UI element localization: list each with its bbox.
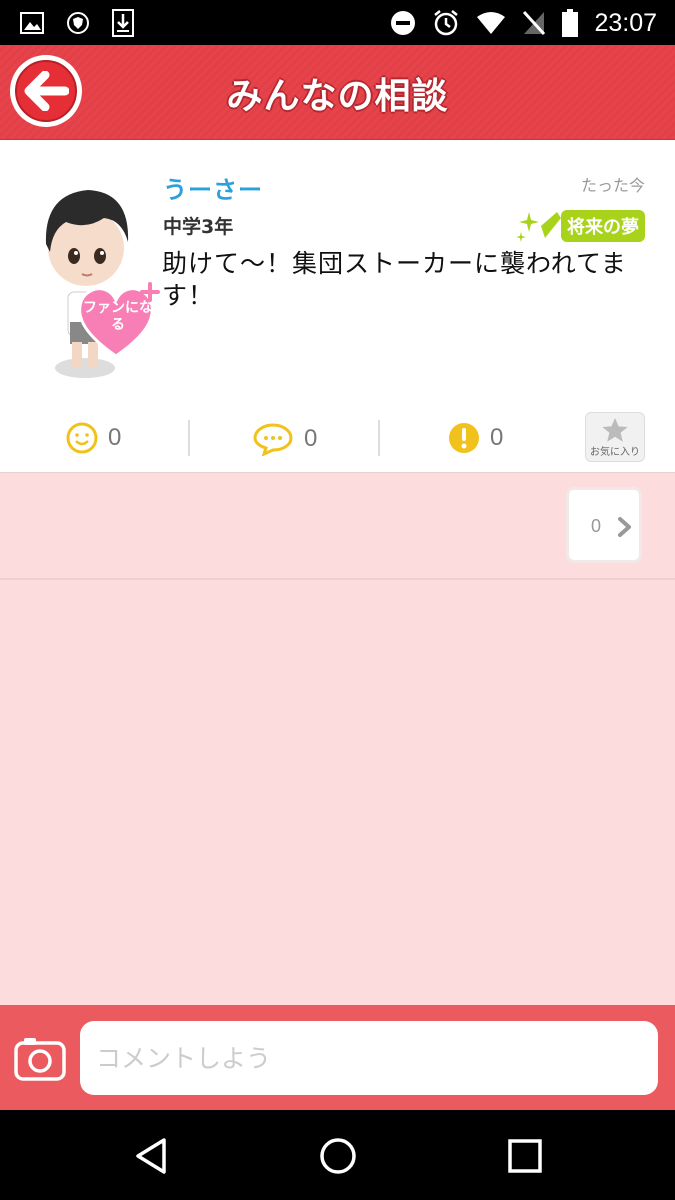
- category-tag: 将来の夢: [517, 208, 645, 244]
- nav-home-icon[interactable]: [316, 1134, 360, 1178]
- sparkle-icon: [517, 212, 561, 242]
- status-bar: 23:07: [0, 0, 675, 45]
- user-grade: 中学3年: [163, 216, 234, 238]
- post-time: たった今: [580, 176, 645, 195]
- status-time: 23:07: [594, 8, 657, 37]
- download-notification-icon: [112, 9, 134, 37]
- comments-count: 0: [591, 516, 602, 536]
- speech-bubble-icon: [253, 423, 293, 456]
- system-nav-bar: [0, 1110, 675, 1200]
- post-actions: 0 0 0 お気に入り: [0, 410, 675, 472]
- nav-back-icon[interactable]: [130, 1134, 174, 1178]
- comment-bar: [0, 1005, 675, 1110]
- camera-icon[interactable]: [14, 1035, 66, 1081]
- page-title: みんなの相談: [226, 76, 449, 117]
- favorite-label: お気に入り: [590, 447, 640, 458]
- section-divider: [0, 578, 675, 580]
- username[interactable]: うーさー: [163, 170, 263, 205]
- category-tag-label: 将来の夢: [561, 210, 645, 242]
- exclamation-icon: [449, 423, 479, 453]
- post-card: ファンになる うーさー 中学3年 たった今 将来の夢 助けて〜！集団ストーカーに…: [0, 140, 675, 473]
- divider: [188, 420, 190, 456]
- alarm-icon: [434, 10, 459, 36]
- comment-reaction[interactable]: 0: [252, 422, 317, 456]
- chevron-right-icon: [618, 517, 631, 537]
- image-notification-icon: [20, 12, 44, 34]
- alert-reaction[interactable]: 0: [448, 422, 503, 454]
- smile-reaction[interactable]: 0: [66, 422, 121, 454]
- nav-recents-icon[interactable]: [503, 1134, 547, 1178]
- comment-input[interactable]: [80, 1021, 658, 1095]
- alert-count: 0: [490, 424, 504, 451]
- post-body: 助けて〜！集団ストーカーに襲われてます！: [162, 249, 627, 310]
- smile-icon: [66, 422, 98, 454]
- app-header: みんなの相談: [0, 45, 675, 140]
- smile-count: 0: [108, 424, 122, 451]
- wifi-icon: [477, 12, 506, 34]
- star-icon: [602, 418, 628, 442]
- divider: [378, 420, 380, 456]
- fan-button-label[interactable]: ファンになる: [80, 300, 156, 334]
- battery-icon: [562, 9, 579, 37]
- comment-count: 0: [304, 425, 318, 452]
- comments-count-button[interactable]: 0: [566, 487, 642, 563]
- favorite-button[interactable]: お気に入り: [585, 412, 645, 462]
- no-signal-icon: [523, 10, 546, 36]
- shield-notification-icon: [67, 12, 89, 34]
- do-not-disturb-icon: [391, 11, 416, 35]
